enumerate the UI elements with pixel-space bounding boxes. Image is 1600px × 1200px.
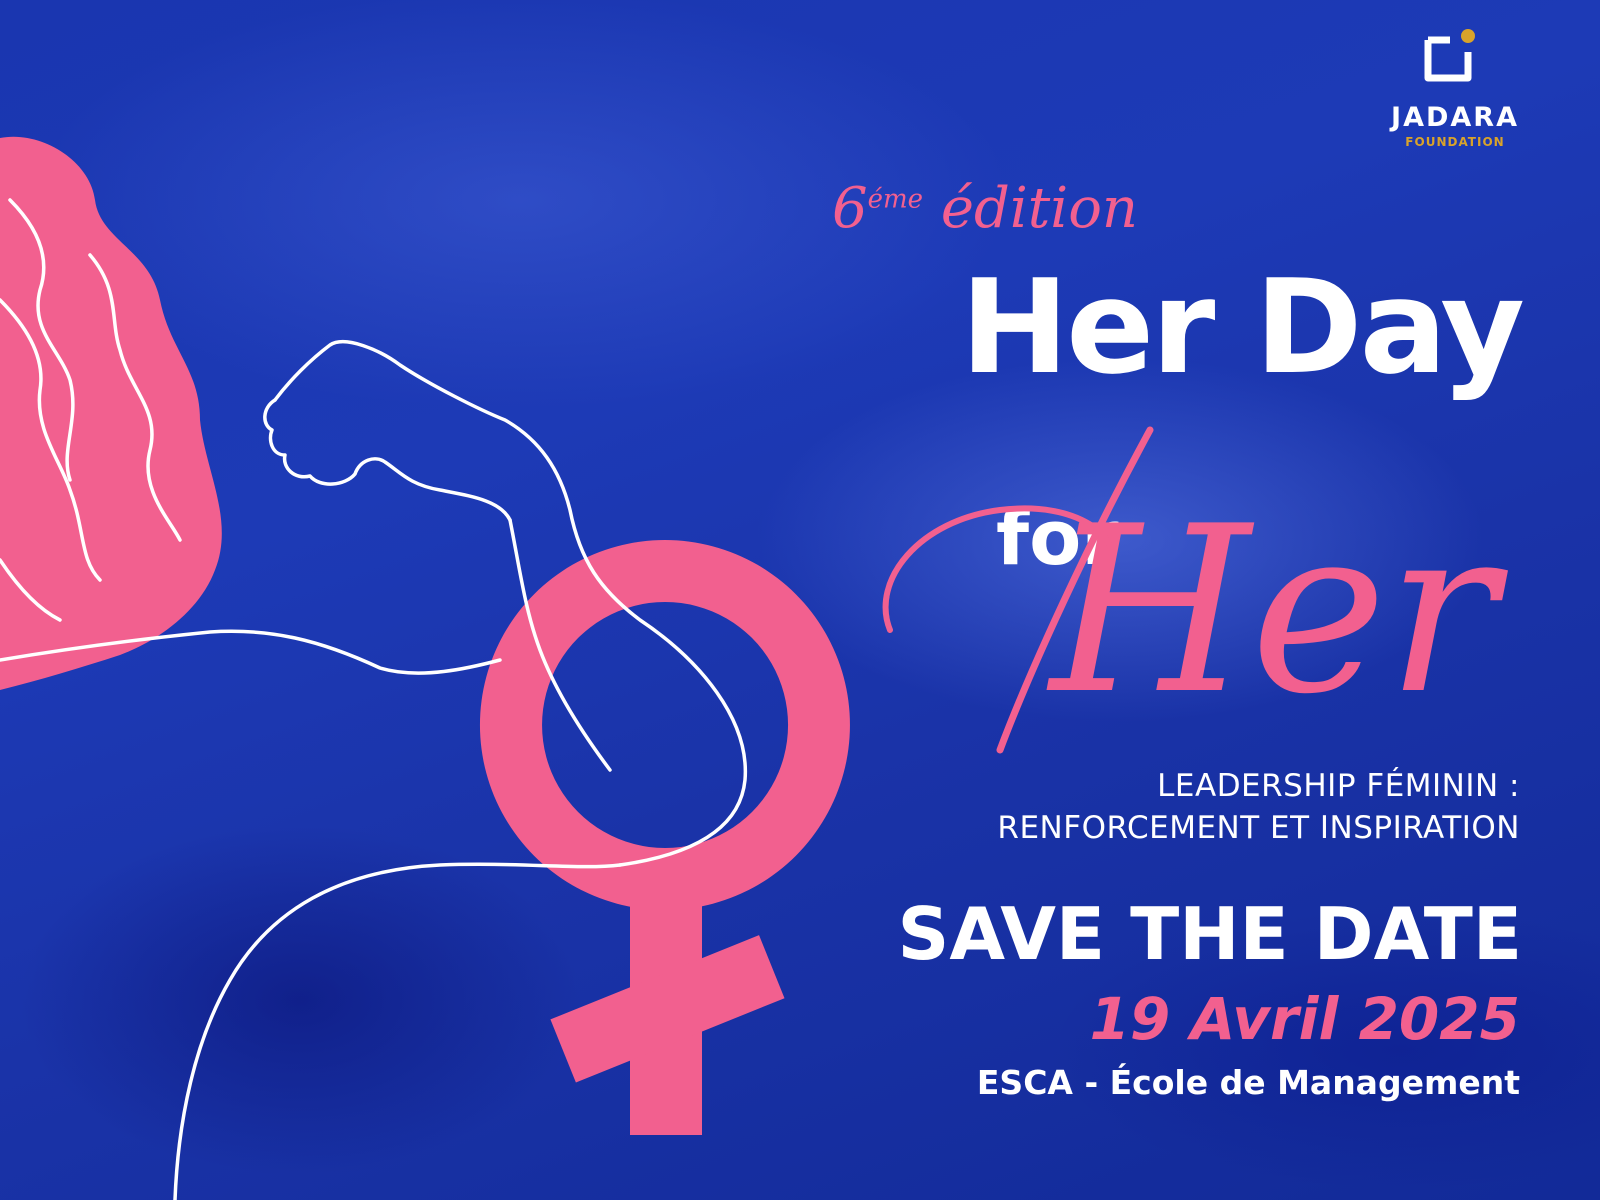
fist-outline — [263, 398, 512, 522]
logo-subtitle: FOUNDATION — [1405, 135, 1505, 149]
title-her-text: Her — [1046, 478, 1509, 745]
body-outline — [173, 862, 622, 1200]
logo-name: JADARA — [1391, 102, 1519, 133]
edition-suffix: éme — [867, 184, 924, 215]
theme-line-1: LEADERSHIP FÉMININ : — [1157, 768, 1520, 804]
edition-number: 6 — [832, 176, 868, 241]
save-the-date: SAVE THE DATE — [897, 892, 1522, 976]
edition-word: édition — [940, 176, 1138, 241]
theme-line-2: RENFORCEMENT ET INSPIRATION — [997, 810, 1520, 846]
hair-shape — [0, 136, 222, 690]
jadara-logo: JADARA FOUNDATION — [1380, 18, 1530, 158]
edition-label: 6éme édition — [832, 176, 1138, 241]
theme-subtitle: LEADERSHIP FÉMININ : RENFORCEMENT ET INS… — [997, 765, 1520, 849]
title-her-script: Her — [882, 426, 1509, 754]
female-symbol — [479, 540, 850, 1135]
event-venue: ESCA - École de Management — [976, 1063, 1520, 1102]
event-date: 19 Avril 2025 — [1089, 985, 1520, 1053]
title-her-day: Her Day — [960, 251, 1525, 403]
logo-mark-icon — [1424, 29, 1475, 82]
